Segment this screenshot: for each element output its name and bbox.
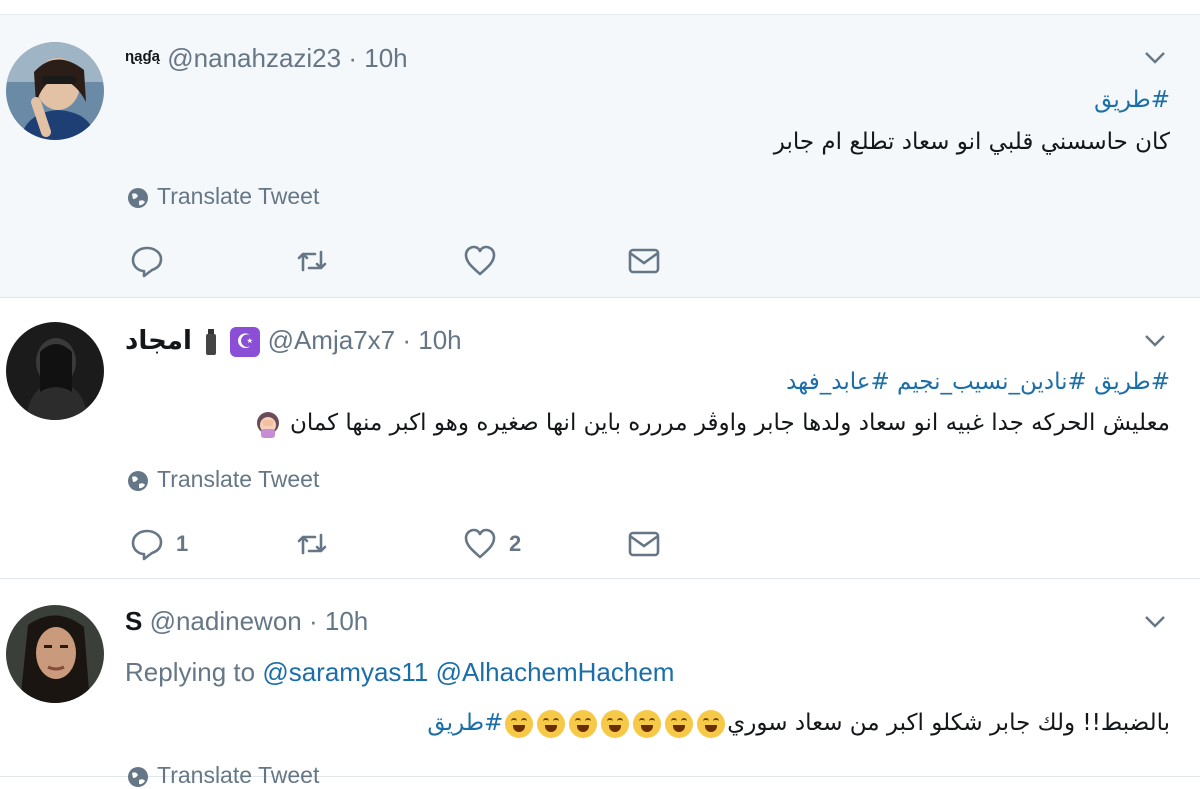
handle[interactable]: @Amja7x7 <box>268 325 396 355</box>
tweet-actions: 1 2 <box>130 526 690 562</box>
tweet-text: بالضبط!! ولك جابر شكلو اكبر من سعاد سوري <box>727 710 1170 736</box>
chevron-down-icon[interactable] <box>1140 606 1170 636</box>
replying-to-label: Replying to <box>125 657 256 687</box>
handle[interactable]: @nadinewon <box>150 606 302 636</box>
like-button[interactable]: 2 <box>463 526 521 562</box>
tweet-hashtags[interactable]: #طريق <box>1094 83 1170 117</box>
tweet-text: معليش الحركه جدا غبيه انو سعاد ولدها جاب… <box>289 410 1170 436</box>
translate-label: Translate Tweet <box>157 762 320 788</box>
mention-link[interactable]: @saramyas11 <box>262 657 428 687</box>
translate-tweet-link[interactable]: Translate Tweet <box>127 182 319 210</box>
reply-icon <box>131 246 163 278</box>
reply-icon <box>131 529 163 561</box>
timestamp[interactable]: 10h <box>418 325 461 355</box>
tweet-actions <box>130 243 690 279</box>
translate-tweet-link[interactable]: Translate Tweet <box>127 761 319 789</box>
tweet-card[interactable]: ɳąɠą @nanahzazi23 · 10h #طريق كان حاسسني… <box>0 15 1200 298</box>
display-name[interactable]: ɳąɠą <box>125 48 160 65</box>
star-crescent-icon: ☪ <box>230 327 261 358</box>
avatar[interactable] <box>6 605 104 703</box>
tears-of-joy-emoji <box>633 709 662 738</box>
direct-message-button[interactable] <box>627 526 661 562</box>
tweet-card[interactable]: امجاد ☪ @Amja7x7 · 10h #طريق #نادين_نسيب… <box>0 298 1200 579</box>
retweet-icon <box>297 250 327 272</box>
translate-tweet-link[interactable]: Translate Tweet <box>127 465 319 493</box>
tweet-header: S @nadinewon · 10h <box>125 606 368 636</box>
separator-dot: · <box>402 325 412 355</box>
handle[interactable]: @nanahzazi23 <box>167 43 341 73</box>
tweet-text-line: معليش الحركه جدا غبيه انو سعاد ولدها جاب… <box>253 406 1170 440</box>
timestamp[interactable]: 10h <box>325 606 368 636</box>
tears-of-joy-emoji <box>601 709 630 738</box>
display-name[interactable]: امجاد <box>125 325 192 355</box>
bottle-icon <box>206 329 217 356</box>
mention-link[interactable]: @AlhachemHachem <box>436 657 675 687</box>
tears-of-joy-emoji <box>569 709 598 738</box>
tears-of-joy-emoji <box>505 709 534 738</box>
chevron-down-icon[interactable] <box>1140 42 1170 72</box>
tweet-header: امجاد ☪ @Amja7x7 · 10h <box>125 325 462 358</box>
tweet-header: ɳąɠą @nanahzazi23 · 10h <box>125 42 408 73</box>
woman-facepalming-emoji <box>256 411 279 438</box>
tweet-text-line: بالضبط!! ولك جابر شكلو اكبر من سعاد سوري… <box>427 706 1170 740</box>
hashtag-link[interactable]: #طريق <box>427 710 503 736</box>
envelope-icon <box>628 531 660 557</box>
retweet-icon <box>297 533 327 555</box>
translate-label: Translate Tweet <box>157 183 320 209</box>
avatar-photo <box>6 42 104 140</box>
reply-button[interactable] <box>130 243 164 279</box>
tweet-card[interactable]: S @nadinewon · 10h Replying to @saramyas… <box>0 579 1200 788</box>
translate-label: Translate Tweet <box>157 466 320 492</box>
retweet-button[interactable] <box>295 243 329 279</box>
globe-icon <box>128 187 148 208</box>
heart-icon <box>464 245 496 276</box>
timestamp[interactable]: 10h <box>364 43 407 73</box>
avatar[interactable] <box>6 322 104 420</box>
globe-icon <box>128 470 148 491</box>
retweet-button[interactable] <box>295 526 329 562</box>
separator-dot: · <box>348 43 358 73</box>
display-name[interactable]: S <box>125 606 142 636</box>
tears-of-joy-emoji <box>697 709 726 738</box>
heart-icon <box>464 528 496 559</box>
direct-message-button[interactable] <box>627 243 661 279</box>
tweet-text: كان حاسسني قلبي انو سعاد تطلع ام جابر <box>773 129 1170 155</box>
like-button[interactable] <box>463 243 497 279</box>
envelope-icon <box>628 248 660 274</box>
like-count: 2 <box>509 531 522 556</box>
previous-tweet-edge <box>0 0 1200 15</box>
avatar[interactable] <box>6 42 104 140</box>
replying-to: Replying to @saramyas11 @AlhachemHachem <box>125 657 674 687</box>
reply-count: 1 <box>176 531 189 556</box>
tweet-hashtags[interactable]: #طريق #نادين_نسيب_نجيم #عابد_فهد <box>786 365 1170 399</box>
chevron-down-icon[interactable] <box>1140 325 1170 355</box>
avatar-photo <box>6 322 104 420</box>
separator-dot: · <box>308 606 318 636</box>
tears-of-joy-emoji <box>665 709 694 738</box>
reply-button[interactable]: 1 <box>130 526 188 562</box>
avatar-photo <box>6 605 104 703</box>
tears-of-joy-emoji <box>537 709 566 738</box>
